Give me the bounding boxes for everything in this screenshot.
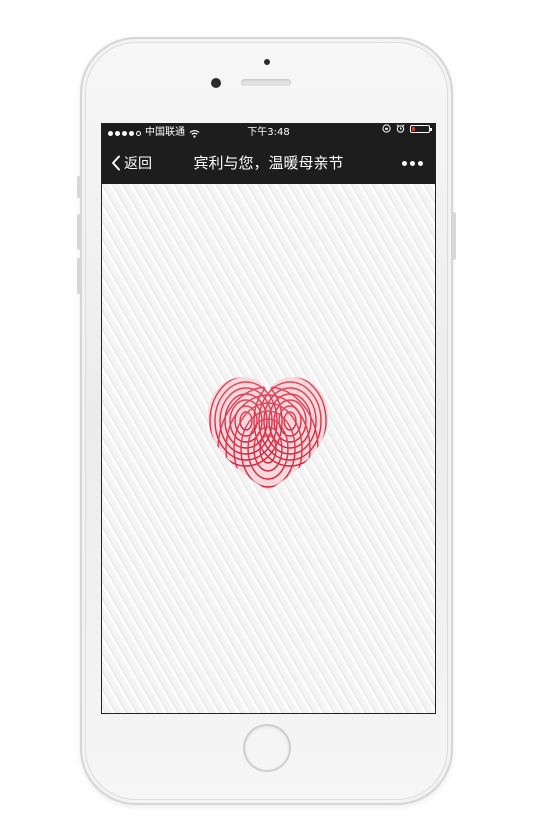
battery-level bbox=[412, 126, 415, 131]
volume-up-button bbox=[77, 214, 81, 250]
earpiece-speaker bbox=[241, 79, 291, 86]
status-bar: 中国联通 下午3:48 bbox=[102, 124, 435, 142]
battery-icon bbox=[410, 124, 432, 133]
status-icons bbox=[382, 124, 432, 133]
front-camera bbox=[211, 78, 221, 88]
more-button[interactable] bbox=[402, 142, 423, 184]
back-label: 返回 bbox=[124, 156, 152, 172]
page-title: 宾利与您，温暖母亲节 bbox=[193, 154, 344, 172]
proximity-sensor bbox=[264, 59, 270, 65]
heart-icon bbox=[208, 377, 328, 491]
more-icon bbox=[402, 160, 407, 166]
mute-switch bbox=[77, 176, 81, 198]
power-button bbox=[452, 212, 456, 260]
chevron-left-icon bbox=[112, 155, 120, 171]
volume-down-button bbox=[77, 258, 81, 294]
fingerprint-heart-image bbox=[202, 369, 334, 501]
alarm-icon bbox=[396, 124, 405, 133]
phone-screen: 中国联通 下午3:48 返回 宾利与您，温暖母亲节 bbox=[101, 123, 436, 714]
nav-bar: 返回 宾利与您，温暖母亲节 bbox=[102, 142, 435, 184]
home-button[interactable] bbox=[243, 724, 291, 772]
page-content bbox=[102, 184, 435, 713]
lock-rotation-icon bbox=[382, 124, 391, 133]
back-button[interactable]: 返回 bbox=[111, 142, 152, 184]
